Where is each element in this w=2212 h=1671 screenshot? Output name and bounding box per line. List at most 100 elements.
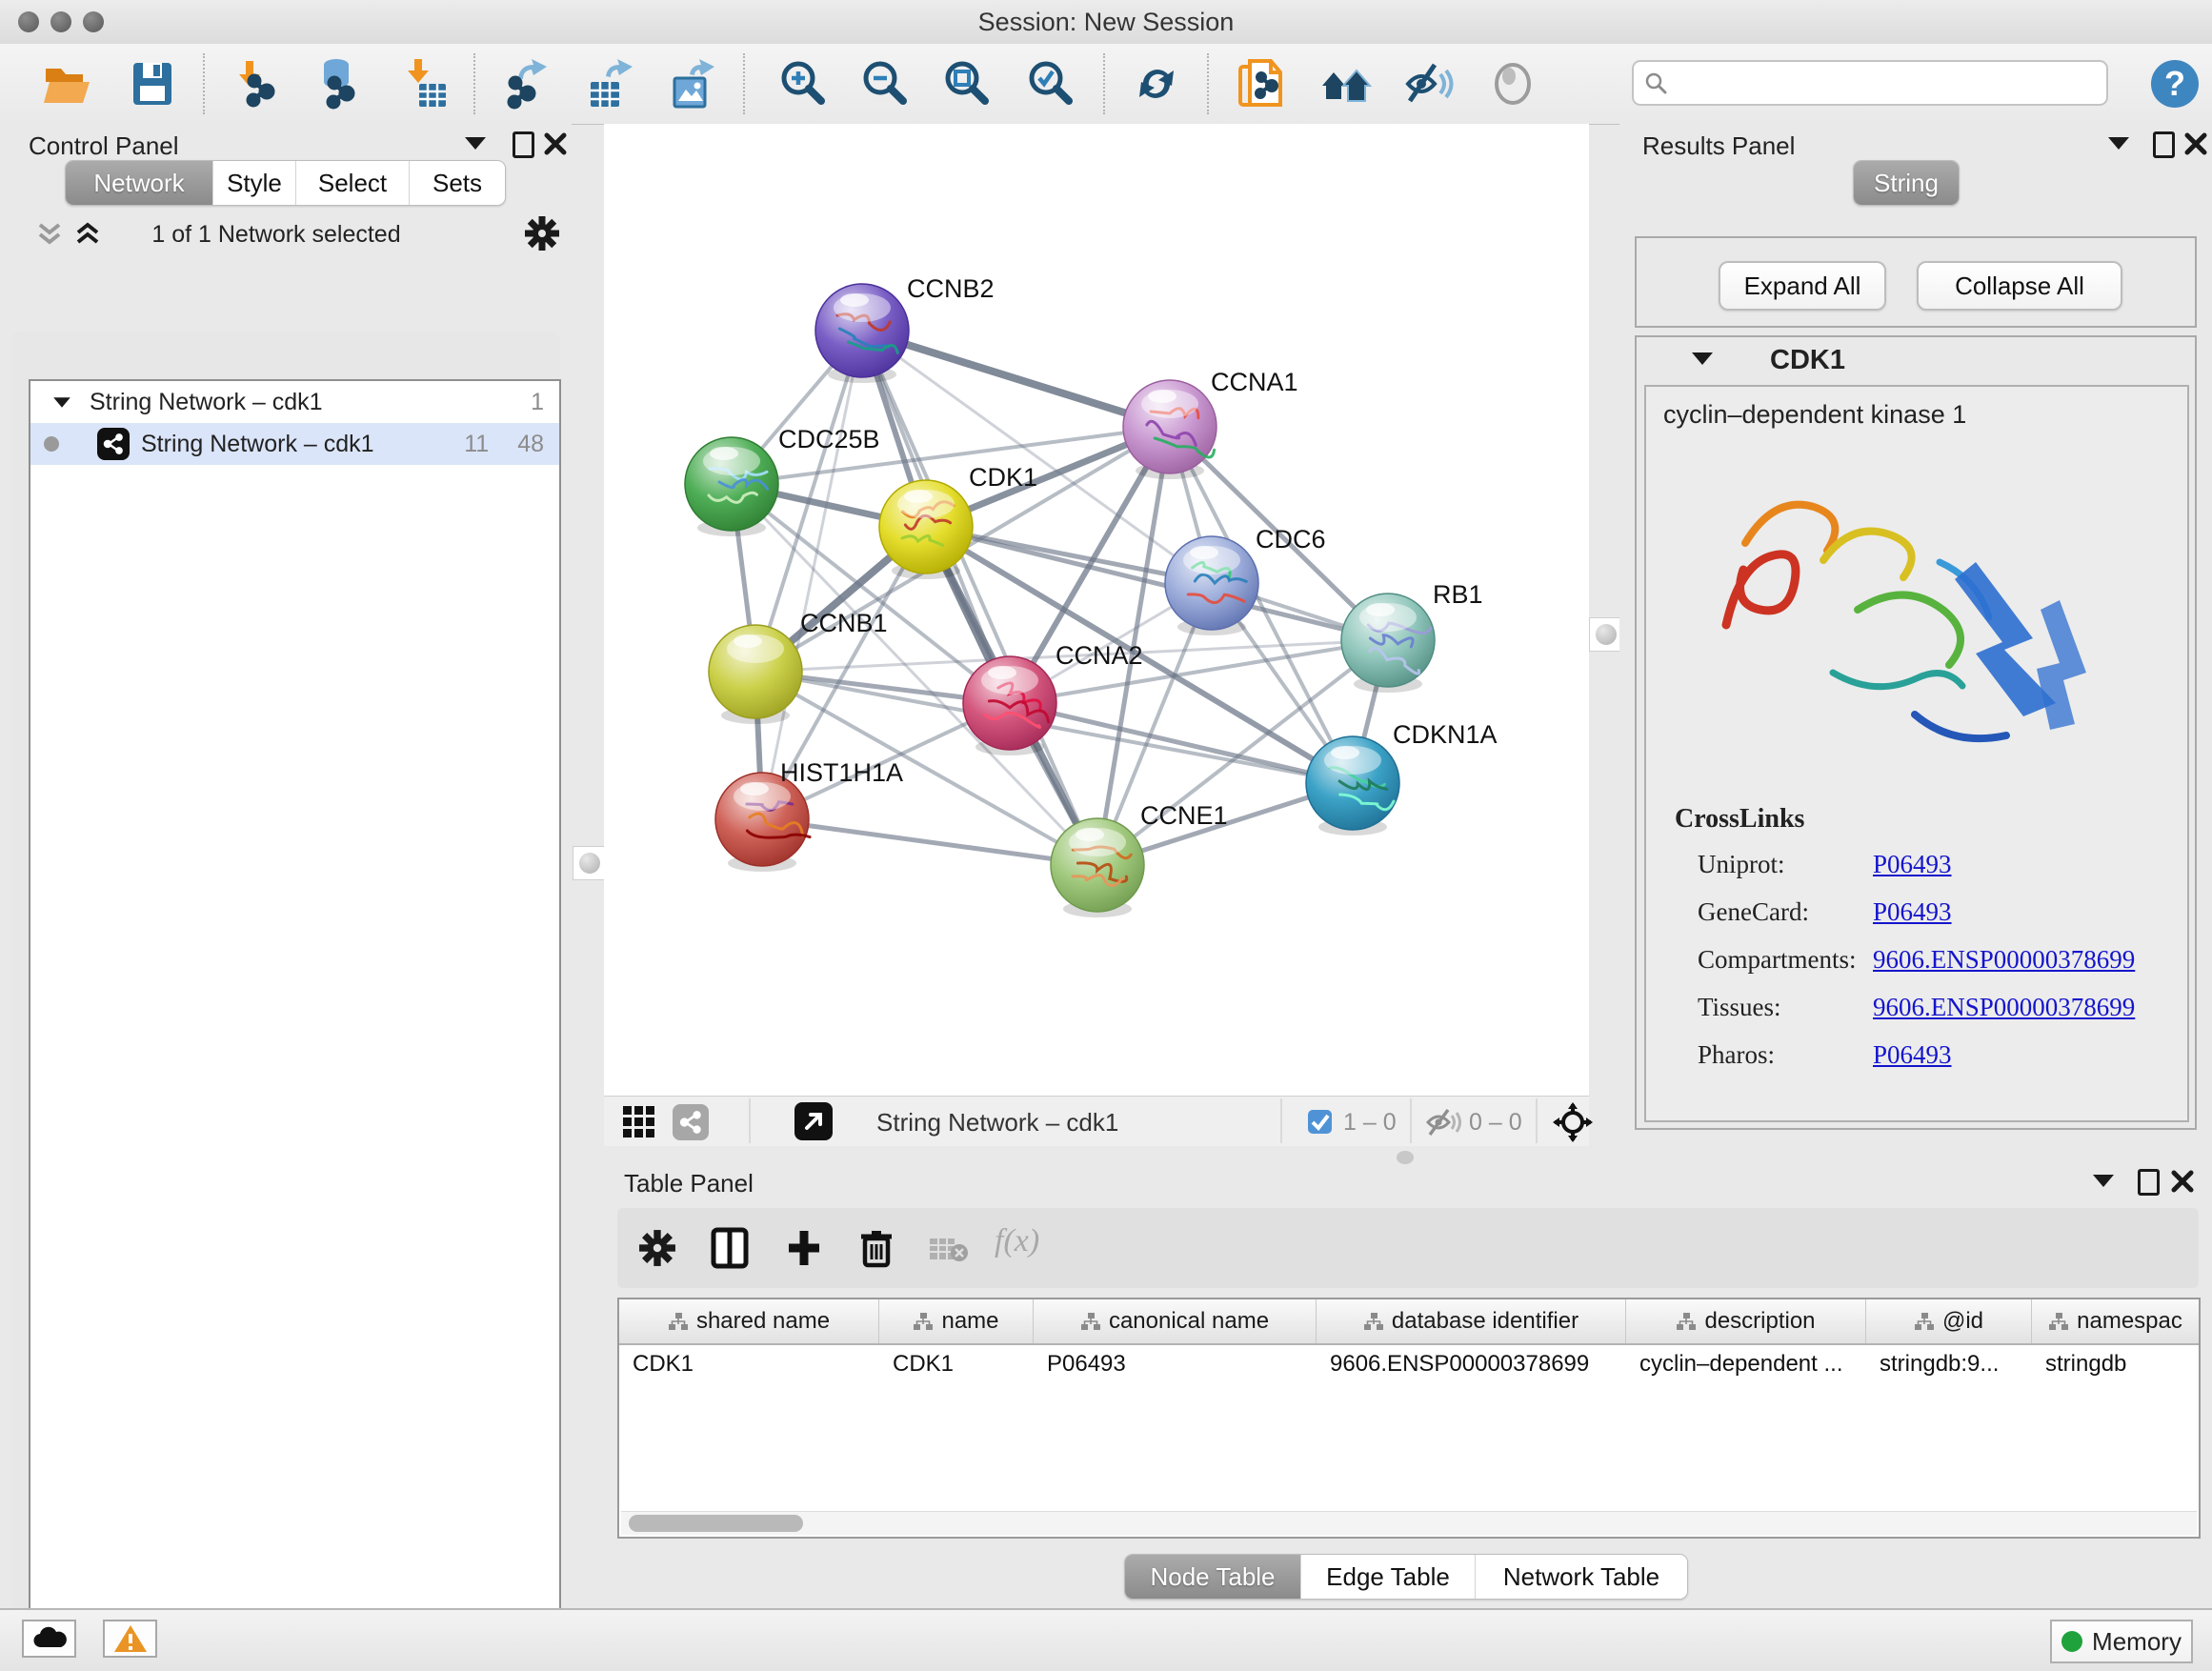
table-horizontal-scrollbar[interactable] xyxy=(621,1511,2197,1535)
tab-node-table[interactable]: Node Table xyxy=(1125,1555,1301,1599)
table-panel-close-icon[interactable] xyxy=(2170,1169,2195,1194)
memory-button[interactable]: Memory xyxy=(2050,1620,2193,1663)
tab-sets[interactable]: Sets xyxy=(410,161,505,205)
results-panel-close-icon[interactable] xyxy=(2183,131,2208,156)
tab-network[interactable]: Network xyxy=(66,161,213,205)
results-gene-section: CDK1 cyclin–dependent kinase 1 xyxy=(1635,335,2197,1130)
graph-node-CCNA1[interactable] xyxy=(1123,380,1217,479)
import-network-icon[interactable] xyxy=(232,57,286,111)
graph-node-CDC25B[interactable] xyxy=(685,437,778,536)
table-panel-float-icon[interactable] xyxy=(2138,1169,2160,1196)
control-panel-menu-icon[interactable] xyxy=(465,137,486,150)
network-options-gear-icon[interactable] xyxy=(524,215,560,252)
network-collection-row[interactable]: String Network – cdk1 1 xyxy=(30,381,559,423)
node-label-CCNE1: CCNE1 xyxy=(1140,801,1228,830)
crosslink-value-link[interactable]: 9606.ENSP00000378699 xyxy=(1873,945,2135,993)
column-header-canonical-name[interactable]: canonical name xyxy=(1034,1299,1317,1343)
horizontal-splitter-handle[interactable] xyxy=(1397,1151,1414,1164)
graph-node-RB1[interactable] xyxy=(1341,594,1435,693)
graph-node-CCNE1[interactable] xyxy=(1051,818,1144,917)
column-header-database-identifier[interactable]: database identifier xyxy=(1317,1299,1626,1343)
status-bar: Memory xyxy=(0,1608,2212,1671)
export-network-icon[interactable] xyxy=(501,57,554,111)
save-session-icon[interactable] xyxy=(126,57,179,111)
expand-all-button[interactable]: Expand All xyxy=(1719,261,1886,311)
results-panel-menu-icon[interactable] xyxy=(2108,137,2129,150)
results-panel-tabs: String xyxy=(1853,160,1960,206)
hidden-eye-icon[interactable] xyxy=(1425,1106,1461,1138)
table-row[interactable]: CDK1 CDK1 P06493 9606.ENSP00000378699 cy… xyxy=(619,1345,2199,1383)
show-columns-icon[interactable] xyxy=(711,1227,749,1269)
import-network-from-database-icon[interactable] xyxy=(312,57,366,111)
column-header-description[interactable]: description xyxy=(1626,1299,1866,1343)
export-image-icon[interactable] xyxy=(665,57,718,111)
crosslink-value-link[interactable]: P06493 xyxy=(1873,1040,1952,1088)
network-badge-icon[interactable] xyxy=(673,1104,709,1140)
scrollbar-thumb[interactable] xyxy=(629,1515,803,1532)
network-tree: String Network – cdk1 1 String Network –… xyxy=(29,379,561,1671)
column-header-name[interactable]: name xyxy=(879,1299,1034,1343)
export-table-icon[interactable] xyxy=(583,57,636,111)
column-header-shared-name[interactable]: shared name xyxy=(619,1299,879,1343)
column-header-id[interactable]: @id xyxy=(1866,1299,2032,1343)
graph-node-CDKN1A[interactable] xyxy=(1306,736,1399,836)
graph-node-HIST1H1A[interactable] xyxy=(715,773,810,872)
create-column-plus-icon[interactable] xyxy=(785,1227,823,1269)
search-input[interactable] xyxy=(1676,69,2097,97)
open-in-window-icon[interactable] xyxy=(794,1102,833,1140)
zoom-selected-icon[interactable] xyxy=(1023,57,1076,111)
table-options-gear-icon[interactable] xyxy=(638,1229,676,1267)
toolbar-separator xyxy=(743,53,745,114)
refresh-icon[interactable] xyxy=(1130,57,1183,111)
left-splitter-handle[interactable] xyxy=(573,846,607,880)
homes-icon[interactable] xyxy=(1318,57,1372,111)
application-window: Session: New Session xyxy=(0,0,2212,1671)
birdseye-grid-icon[interactable] xyxy=(621,1104,657,1140)
import-table-icon[interactable] xyxy=(398,57,452,111)
control-panel-float-icon[interactable] xyxy=(513,131,534,158)
tab-network-table[interactable]: Network Table xyxy=(1476,1555,1687,1599)
column-type-icon xyxy=(1363,1312,1384,1331)
hide-eye-icon[interactable] xyxy=(1402,57,1456,111)
network-row-selected[interactable]: String Network – cdk1 11 48 xyxy=(30,423,559,465)
zoom-out-icon[interactable] xyxy=(857,57,911,111)
gene-collapse-icon[interactable] xyxy=(1692,352,1713,365)
tab-style[interactable]: Style xyxy=(213,161,296,205)
control-panel-close-icon[interactable] xyxy=(543,131,568,156)
open-session-icon[interactable] xyxy=(40,57,93,111)
clipboard-share-icon[interactable] xyxy=(1235,57,1288,111)
crosslink-value-link[interactable]: P06493 xyxy=(1873,897,1952,945)
warnings-button[interactable] xyxy=(103,1620,157,1658)
network-node-count: 11 xyxy=(464,431,489,458)
collection-count: 1 xyxy=(531,389,544,416)
selected-checkbox-icon[interactable] xyxy=(1307,1109,1333,1135)
crosslinks-title: CrossLinks xyxy=(1675,804,1804,835)
graph-node-CDK1[interactable] xyxy=(879,480,973,579)
table-panel-menu-icon[interactable] xyxy=(2093,1175,2114,1187)
zoom-in-icon[interactable] xyxy=(775,57,829,111)
right-splitter-handle[interactable] xyxy=(1589,617,1623,652)
cell-name: CDK1 xyxy=(879,1351,1034,1378)
results-panel-float-icon[interactable] xyxy=(2153,131,2175,158)
graph-node-CCNB1[interactable] xyxy=(709,625,802,724)
cloud-status-button[interactable] xyxy=(22,1620,76,1658)
table-toolbar: f(x) xyxy=(617,1208,2199,1288)
tab-string[interactable]: String xyxy=(1854,161,1959,205)
delete-column-trash-icon[interactable] xyxy=(857,1227,895,1269)
help-icon[interactable]: ? xyxy=(2148,57,2202,111)
toolbar-separator xyxy=(203,53,205,114)
search-field[interactable] xyxy=(1632,60,2108,106)
fit-content-move-icon[interactable] xyxy=(1553,1102,1593,1142)
collection-expand-icon[interactable] xyxy=(53,397,70,407)
tab-select[interactable]: Select xyxy=(296,161,410,205)
tab-edge-table[interactable]: Edge Table xyxy=(1301,1555,1476,1599)
crosslink-value-link[interactable]: P06493 xyxy=(1873,850,1952,897)
node-label-CDC6: CDC6 xyxy=(1256,525,1326,554)
crosslink-value-link[interactable]: 9606.ENSP00000378699 xyxy=(1873,993,2135,1040)
zoom-fit-icon[interactable] xyxy=(939,57,993,111)
crosslink-label: Uniprot: xyxy=(1698,850,1873,897)
column-header-namespace[interactable]: namespac xyxy=(2032,1299,2199,1343)
network-canvas[interactable]: CCNB2CCNA1CDC25BCDK1CDC6RB1CCNB1CCNA2CDK… xyxy=(604,124,1589,1096)
graph-node-CDC6[interactable] xyxy=(1165,536,1258,635)
collapse-all-button[interactable]: Collapse All xyxy=(1917,261,2122,311)
